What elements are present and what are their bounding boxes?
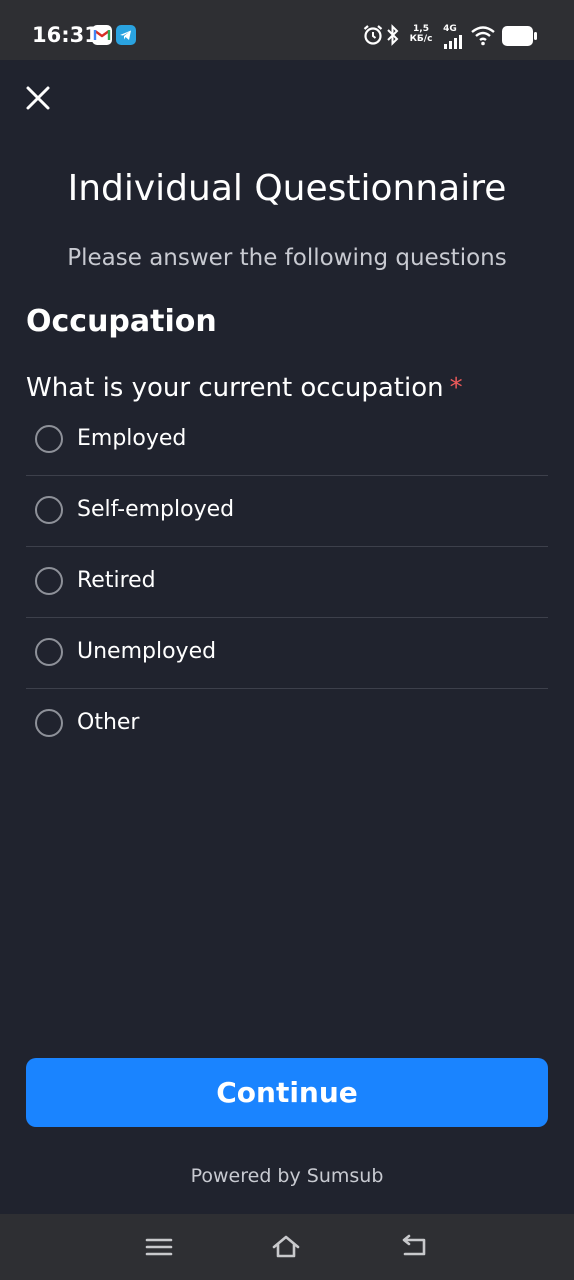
radio-button[interactable] — [35, 567, 63, 595]
menu-icon[interactable] — [144, 1234, 174, 1260]
option-label: Retired — [77, 568, 156, 593]
telegram-icon — [116, 25, 136, 45]
gmail-icon — [92, 25, 112, 45]
radio-button[interactable] — [35, 496, 63, 524]
page-subtitle: Please answer the following questions — [67, 245, 507, 271]
battery-icon — [502, 26, 538, 50]
net-speed-unit: КБ/с — [409, 34, 433, 44]
net-speed-value: 1,5 — [413, 24, 429, 34]
continue-button[interactable]: Continue — [26, 1058, 548, 1127]
powered-by: Powered by Sumsub — [190, 1165, 384, 1187]
option-unemployed[interactable]: Unemployed — [26, 618, 548, 689]
question-text: What is your current occupation — [26, 373, 444, 403]
section-title: Occupation — [26, 304, 217, 339]
radio-button[interactable] — [35, 709, 63, 737]
close-icon — [26, 86, 50, 110]
option-retired[interactable]: Retired — [26, 547, 548, 618]
close-button[interactable] — [22, 82, 54, 114]
radio-button[interactable] — [35, 638, 63, 666]
back-icon[interactable] — [400, 1234, 430, 1260]
signal-icon — [444, 34, 464, 53]
option-label: Unemployed — [77, 639, 217, 664]
bluetooth-icon — [386, 24, 400, 50]
option-label: Employed — [77, 426, 187, 451]
option-other[interactable]: Other — [26, 689, 548, 759]
net-speed: 1,5 КБ/с — [406, 24, 436, 44]
home-icon[interactable] — [271, 1234, 301, 1260]
status-time: 16:31 — [32, 23, 99, 47]
network-type: 4G — [443, 24, 457, 34]
nav-bar — [0, 1214, 574, 1280]
option-employed[interactable]: Employed — [26, 405, 548, 476]
option-label: Self-employed — [77, 497, 235, 522]
question-label: What is your current occupation * — [26, 370, 463, 406]
alarm-icon — [362, 24, 384, 50]
option-label: Other — [77, 710, 140, 735]
required-marker: * — [449, 373, 463, 403]
radio-button[interactable] — [35, 425, 63, 453]
page-title: Individual Questionnaire — [67, 168, 507, 209]
option-self-employed[interactable]: Self-employed — [26, 476, 548, 547]
status-bar: 16:31 1,5 КБ/с 4G — [0, 0, 574, 60]
wifi-icon — [470, 24, 496, 50]
occupation-options: Employed Self-employed Retired Unemploye… — [26, 405, 548, 759]
status-icons: 1,5 КБ/с 4G — [362, 20, 542, 52]
